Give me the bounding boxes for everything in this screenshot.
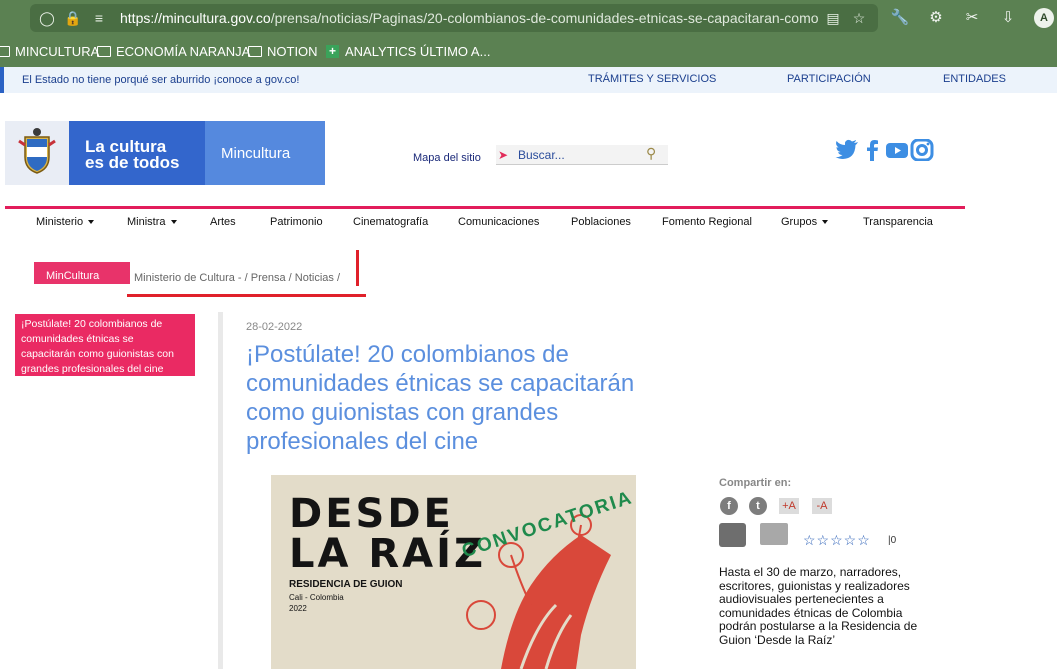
article-title: ¡Postúlate! 20 colombianos de comunidade… xyxy=(246,341,635,455)
nav-ministerio[interactable]: Ministerio xyxy=(36,216,95,228)
poster-location: Cali - Colombia xyxy=(289,593,344,602)
bookmarks-bar: MINCULTURA ECONOMÍA NARANJA NOTION + ANAL… xyxy=(0,40,1057,66)
font-increase-button[interactable]: +A xyxy=(779,498,799,514)
nav-comunicaciones[interactable]: Comunicaciones xyxy=(458,216,539,228)
twitter-share-icon[interactable]: t xyxy=(749,497,767,515)
youtube-icon[interactable] xyxy=(885,139,909,167)
poster-year: 2022 xyxy=(289,604,307,613)
extension-gear-icon[interactable]: ⚙ xyxy=(926,8,946,28)
screenshot-icon[interactable]: ✂ xyxy=(962,8,982,28)
article-date: 28-02-2022 xyxy=(246,321,303,333)
download-icon[interactable]: ⇩ xyxy=(998,8,1018,28)
nav-artes[interactable]: Artes xyxy=(210,216,236,228)
wrench-icon[interactable]: 🔧 xyxy=(890,8,910,28)
font-decrease-button[interactable]: -A xyxy=(812,498,832,514)
site-settings-icon[interactable]: ≡ xyxy=(90,9,108,27)
shield-icon[interactable]: ◯ xyxy=(38,9,56,27)
folder-icon xyxy=(0,46,10,57)
rating-stars[interactable]: ☆☆☆☆☆ xyxy=(803,532,871,549)
nav-poblaciones[interactable]: Poblaciones xyxy=(571,216,631,228)
gov-message[interactable]: El Estado no tiene porqué ser aburrido ¡… xyxy=(22,74,299,86)
sidebar-current-article[interactable]: ¡Postúlate! 20 colombianos de comunidade… xyxy=(15,314,195,376)
content-divider xyxy=(218,312,223,669)
nav-cinematografia[interactable]: Cinematografía xyxy=(353,216,428,228)
nav-transparencia[interactable]: Transparencia xyxy=(863,216,933,228)
reader-mode-icon[interactable]: ▤ xyxy=(824,9,842,27)
bookmark-star-icon[interactable]: ☆ xyxy=(850,9,868,27)
caret-down-icon xyxy=(170,220,177,225)
annotation-mark-vertical xyxy=(356,250,359,286)
email-share-icon[interactable] xyxy=(719,523,746,547)
facebook-share-icon[interactable]: f xyxy=(720,497,738,515)
slogan-block: La cultura es de todos xyxy=(69,121,205,185)
folder-icon xyxy=(248,46,262,57)
poster-subtitle: RESIDENCIA DE GUION xyxy=(289,579,403,590)
slogan-text: La cultura es de todos xyxy=(85,137,180,172)
twitter-icon[interactable] xyxy=(835,139,859,167)
caret-down-icon xyxy=(88,220,95,225)
article-poster-image[interactable]: DESDE LA RAÍZ RESIDENCIA DE GUION Cali -… xyxy=(271,475,636,669)
caret-down-icon xyxy=(822,220,829,225)
gov-link-entidades[interactable]: ENTIDADES xyxy=(943,73,1006,85)
poster-line-2: LA RAÍZ xyxy=(289,531,487,577)
brand-name: Mincultura xyxy=(221,145,291,162)
facebook-icon[interactable] xyxy=(861,139,885,167)
bookmark-notion[interactable]: NOTION xyxy=(248,44,318,59)
breadcrumb[interactable]: Ministerio de Cultura - / Prensa / Notic… xyxy=(134,272,340,284)
gov-bar: El Estado no tiene porqué ser aburrido ¡… xyxy=(0,67,1057,93)
search-icon[interactable]: ⚲ xyxy=(646,145,656,162)
nav-patrimonio[interactable]: Patrimonio xyxy=(270,216,323,228)
address-bar[interactable]: ◯ 🔒 ≡ https://mincultura.gov.co/prensa/n… xyxy=(30,4,878,32)
folder-icon xyxy=(97,46,111,57)
gov-link-participacion[interactable]: PARTICIPACIÓN xyxy=(787,73,871,85)
brand-block: Mincultura xyxy=(205,121,325,185)
gov-bar-accent xyxy=(0,67,4,93)
plus-icon: + xyxy=(326,45,339,58)
coat-of-arms-icon xyxy=(5,121,69,185)
breadcrumb-tag[interactable]: MinCultura xyxy=(34,262,130,284)
print-icon[interactable] xyxy=(760,523,788,545)
bookmark-analytics[interactable]: + ANALYTICS ÚLTIMO A... xyxy=(326,44,490,59)
instagram-icon[interactable] xyxy=(910,138,934,167)
search-input[interactable] xyxy=(518,147,642,163)
article-lead: Hasta el 30 de marzo, narradores, escrit… xyxy=(719,565,918,647)
site-map-link[interactable]: Mapa del sitio xyxy=(413,152,481,164)
arrow-right-icon: ➤ xyxy=(498,148,509,162)
profile-avatar[interactable]: A xyxy=(1034,8,1054,28)
url-text[interactable]: https://mincultura.gov.co/prensa/noticia… xyxy=(120,10,820,26)
browser-chrome: ◯ 🔒 ≡ https://mincultura.gov.co/prensa/n… xyxy=(0,0,1057,67)
gov-link-tramites[interactable]: TRÁMITES Y SERVICIOS xyxy=(588,73,716,85)
nav-grupos[interactable]: Grupos xyxy=(781,216,829,228)
nav-top-border xyxy=(5,206,965,209)
nav-fomento-regional[interactable]: Fomento Regional xyxy=(662,216,752,228)
site-logo[interactable]: La cultura es de todos Mincultura xyxy=(5,121,325,185)
lock-icon[interactable]: 🔒 xyxy=(64,9,82,27)
annotation-mark-horizontal xyxy=(127,294,366,297)
bookmark-mincultura[interactable]: MINCULTURA xyxy=(0,44,99,59)
rating-count: |0 xyxy=(888,535,897,546)
search-box: ➤ ⚲ xyxy=(496,145,668,165)
share-title: Compartir en: xyxy=(719,477,792,489)
nav-ministra[interactable]: Ministra xyxy=(127,216,177,228)
bookmark-economia-naranja[interactable]: ECONOMÍA NARANJA xyxy=(97,44,250,59)
